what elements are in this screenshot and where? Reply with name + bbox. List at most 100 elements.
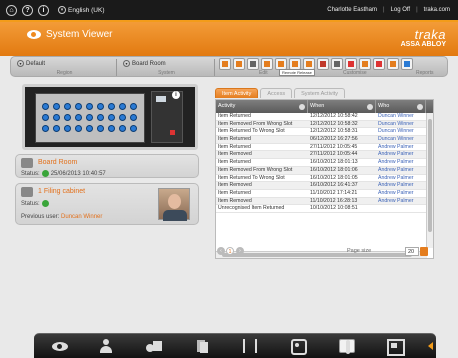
- info-icon[interactable]: i: [38, 5, 49, 16]
- table-row[interactable]: Item Removed From Wrong Slot 16/10/2012 1…: [216, 166, 433, 175]
- home-icon[interactable]: ⌂: [6, 5, 17, 16]
- key-slot[interactable]: [119, 125, 126, 132]
- key-slot[interactable]: [64, 114, 71, 121]
- table-row[interactable]: Item Returned 16/10/2012 18:01:13 Andrew P…: [216, 159, 433, 167]
- prev-page-button[interactable]: ‹: [217, 247, 225, 255]
- documents-icon[interactable]: [194, 339, 210, 353]
- table-row[interactable]: Item Returned 12/12/2012 10:58:42 Duncan W…: [216, 113, 433, 121]
- page-size-select[interactable]: 20: [405, 247, 419, 256]
- cabinet-control-panel: [151, 91, 183, 143]
- tab-item-activity[interactable]: Item Activity: [215, 88, 259, 98]
- key-slot[interactable]: [42, 103, 49, 110]
- customise-flag-button[interactable]: [359, 58, 371, 70]
- key-slot[interactable]: [75, 114, 82, 121]
- tab-access[interactable]: Access: [260, 88, 293, 98]
- table-row[interactable]: Item Returned 11/10/2012 17:14:21 Andrew P…: [216, 190, 433, 198]
- page-number[interactable]: 1: [226, 247, 234, 255]
- region-selector[interactable]: ▾ Default Region: [13, 59, 117, 76]
- chevron-down-icon[interactable]: [367, 103, 373, 110]
- key-slot[interactable]: [108, 103, 115, 110]
- screen-icon[interactable]: [386, 339, 405, 356]
- table-row[interactable]: Item Returned 27/11/2012 10:05:45 Andrew P…: [216, 144, 433, 152]
- key-slot[interactable]: [64, 103, 71, 110]
- brackets-icon[interactable]: [243, 339, 257, 353]
- user-name: Charlotte Eastham: [327, 7, 377, 13]
- key-slot[interactable]: [42, 114, 49, 121]
- column-who[interactable]: Who: [376, 100, 426, 113]
- customise-slot-button[interactable]: [331, 58, 343, 70]
- dock-collapse-arrow-icon[interactable]: [428, 342, 433, 350]
- key-slot[interactable]: [130, 125, 137, 132]
- key-slot[interactable]: [53, 125, 60, 132]
- scroll-thumb[interactable]: [428, 119, 432, 232]
- logoff-link[interactable]: Log Off: [391, 7, 411, 13]
- next-page-button[interactable]: ›: [236, 247, 244, 255]
- settings-icon[interactable]: [290, 339, 307, 355]
- cabinet-screen: [156, 96, 166, 102]
- remote-release-button[interactable]: [261, 58, 273, 70]
- key-slot[interactable]: [130, 114, 137, 121]
- cabinet-status-card[interactable]: 1 Filing cabinet Status: Previous user: …: [15, 183, 199, 225]
- export-icon: [404, 61, 410, 67]
- chevron-down-icon[interactable]: [299, 103, 305, 110]
- table-row[interactable]: Item Removed From Wrong Slot 12/12/2012 1…: [216, 120, 433, 129]
- key-slot[interactable]: [119, 114, 126, 121]
- previous-user-name[interactable]: Duncan Winner: [61, 214, 102, 220]
- key-slot[interactable]: [97, 103, 104, 110]
- system-status-card[interactable]: Board Room Status: 25/06/2013 10:40:57: [15, 154, 199, 178]
- language-selector[interactable]: ▾ English (UK): [58, 6, 104, 14]
- edit-pencil-button[interactable]: [219, 58, 231, 70]
- key-slot[interactable]: [108, 125, 115, 132]
- info-icon[interactable]: i: [172, 91, 180, 99]
- status-label: Status:: [21, 200, 40, 207]
- key-slot[interactable]: [130, 103, 137, 110]
- key-slot[interactable]: [53, 103, 60, 110]
- system-selector[interactable]: ▾ Board Room System: [119, 59, 215, 76]
- column-when[interactable]: When: [308, 100, 376, 113]
- edit-list-button[interactable]: [247, 58, 259, 70]
- edit-tool-button[interactable]: [233, 58, 245, 70]
- tab-system-activity[interactable]: System Activity: [294, 88, 346, 98]
- key-slot[interactable]: [75, 125, 82, 132]
- key-slot[interactable]: [86, 114, 93, 121]
- table-row[interactable]: Item Returned To Wrong Slot 16/10/2012 18…: [216, 175, 433, 183]
- table-row[interactable]: Item Removed 27/11/2012 10:05:44 Andrew Pa…: [216, 151, 433, 160]
- customise-remove-button[interactable]: [345, 58, 357, 70]
- table-row[interactable]: Item Returned To Wrong Slot 12/12/2012 10…: [216, 128, 433, 137]
- brand-logo: traka ASSA ABLOY: [401, 27, 446, 48]
- table-row[interactable]: Item Removed 16/10/2012 16:41:37 Andrew Pa…: [216, 182, 433, 190]
- table-row[interactable]: Item Returned 06/12/2012 16:27:56 Duncan W…: [216, 136, 433, 144]
- key-slot[interactable]: [64, 125, 71, 132]
- chevron-down-icon[interactable]: [417, 103, 423, 110]
- page-size-dropdown-button[interactable]: [420, 247, 428, 256]
- chevron-down-icon: ▾: [58, 6, 66, 14]
- table-row[interactable]: Unrecognised Item Returned 10/10/2012 10:…: [216, 205, 433, 213]
- key-slot[interactable]: [97, 125, 104, 132]
- vertical-scrollbar[interactable]: [426, 113, 433, 248]
- key-slot[interactable]: [75, 103, 82, 110]
- app-title: System Viewer: [46, 29, 113, 40]
- report-export-button[interactable]: [401, 58, 413, 70]
- site-link[interactable]: traka.com: [424, 7, 450, 13]
- column-activity[interactable]: Activity: [216, 100, 308, 113]
- key-slot[interactable]: [108, 114, 115, 121]
- key-icon: [264, 61, 270, 67]
- user-icon[interactable]: [98, 339, 114, 353]
- key-slot[interactable]: [119, 103, 126, 110]
- key-slot[interactable]: [86, 125, 93, 132]
- key-slot[interactable]: [97, 114, 104, 121]
- table-row[interactable]: Item Removed 11/10/2012 16:28:13 Andrew Pa…: [216, 197, 433, 206]
- customise-cut-button[interactable]: [373, 58, 385, 70]
- eye-icon[interactable]: [52, 339, 68, 353]
- close-icon: [348, 61, 354, 67]
- report-button[interactable]: [387, 58, 399, 70]
- key-slot[interactable]: [53, 114, 60, 121]
- key-slot[interactable]: [86, 103, 93, 110]
- customise-cabinet-button[interactable]: [317, 58, 329, 70]
- tool-icon[interactable]: [339, 339, 355, 354]
- key-slot[interactable]: [42, 125, 49, 132]
- cabinet-view[interactable]: i: [22, 84, 198, 150]
- system-label: System: [158, 70, 175, 76]
- items-icon[interactable]: [146, 339, 162, 353]
- help-icon[interactable]: ?: [22, 5, 33, 16]
